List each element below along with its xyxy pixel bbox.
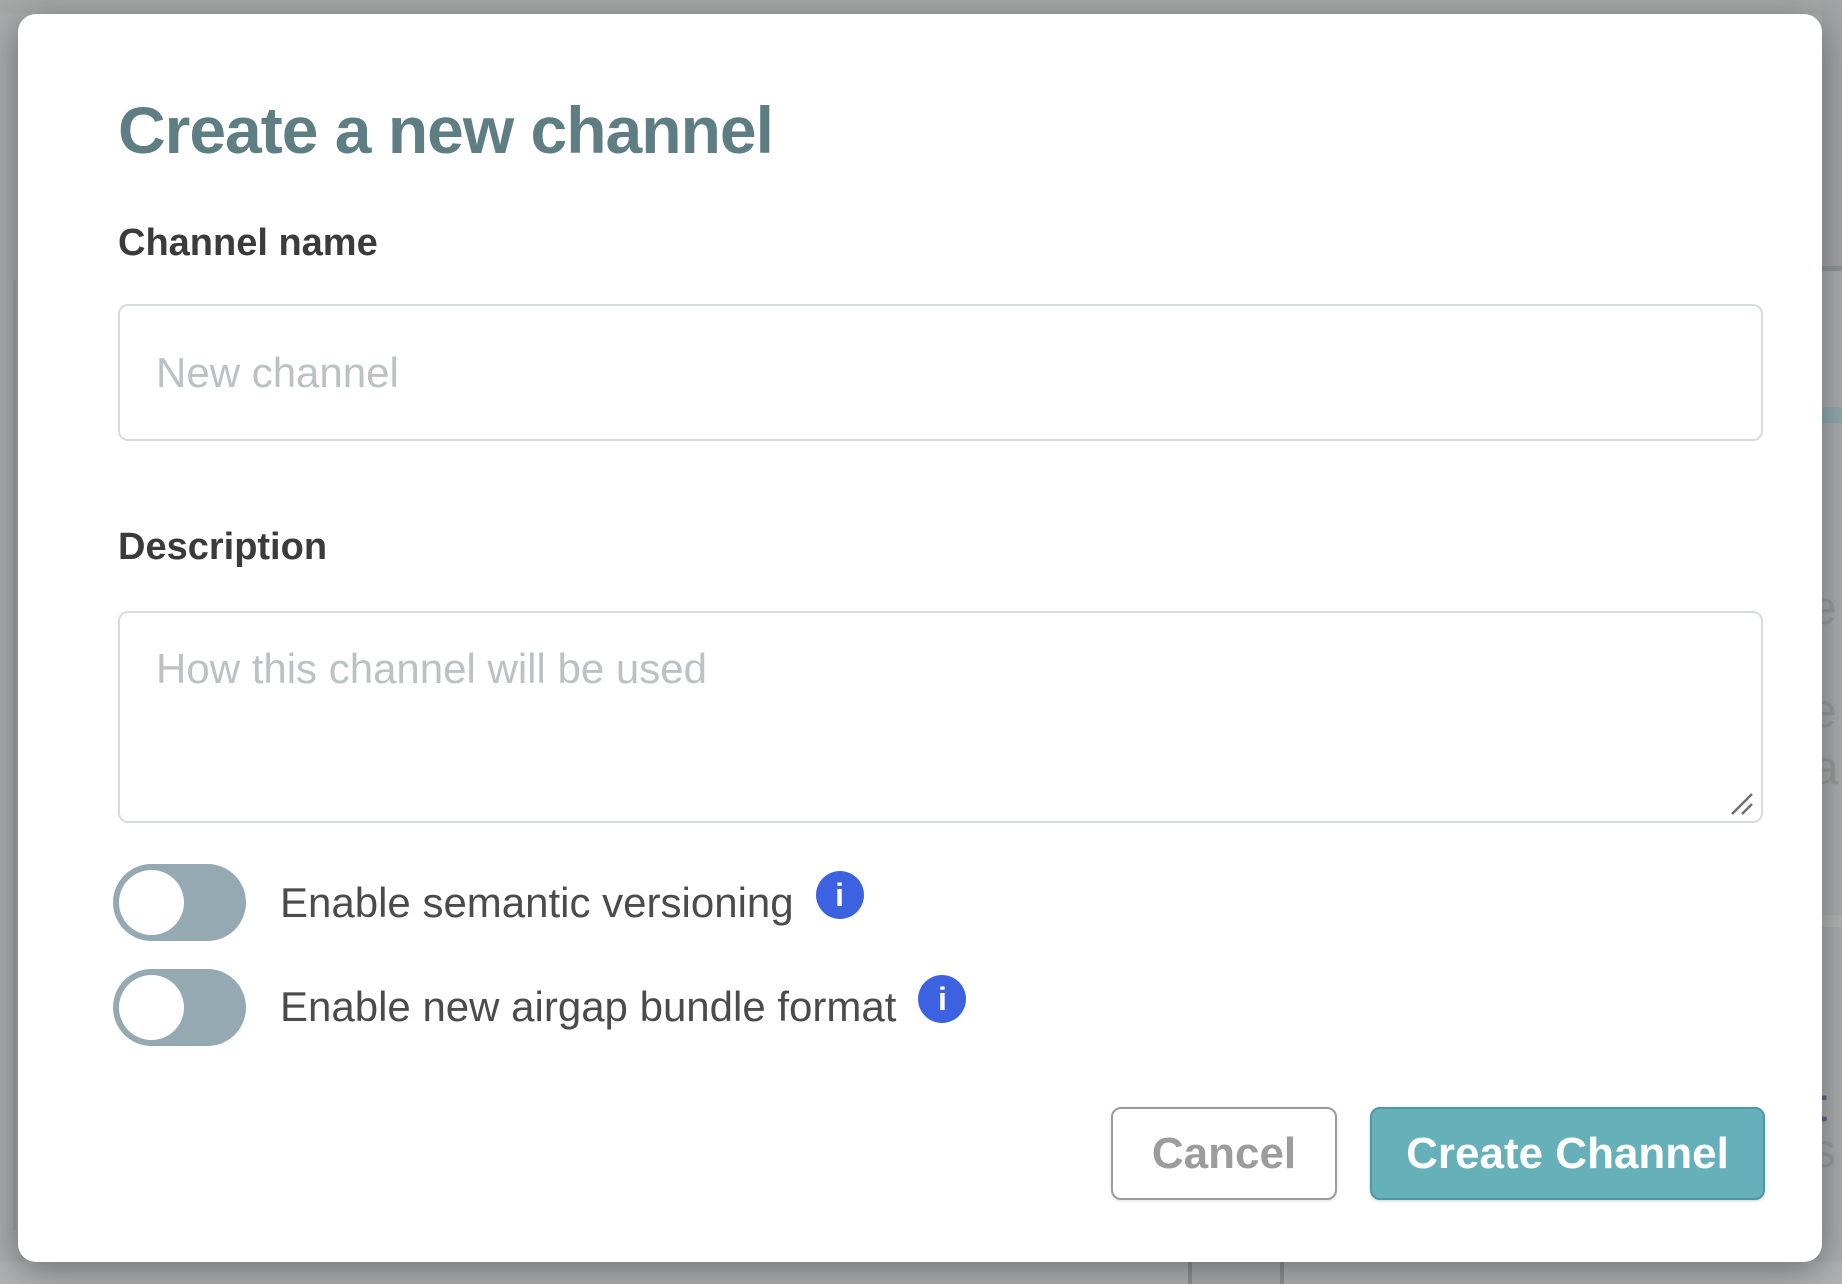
backdrop-divider-line xyxy=(1822,266,1842,271)
description-label: Description xyxy=(118,526,327,569)
info-icon[interactable]: i xyxy=(918,975,966,1023)
description-textarea[interactable] xyxy=(118,611,1763,823)
backdrop-teal-sliver xyxy=(1822,407,1842,423)
create-channel-modal: Create a new channel Channel name Descri… xyxy=(18,14,1822,1262)
airgap-bundle-row: Enable new airgap bundle format i xyxy=(113,967,966,1047)
textarea-resize-handle[interactable] xyxy=(1728,790,1754,816)
backdrop-bottom-tab xyxy=(1188,1262,1284,1284)
info-icon[interactable]: i xyxy=(816,871,864,919)
channel-name-label: Channel name xyxy=(118,222,378,265)
cancel-button[interactable]: Cancel xyxy=(1111,1107,1337,1200)
backdrop-light-band xyxy=(1822,915,1842,927)
toggle-knob xyxy=(119,870,184,935)
toggle-label: Enable new airgap bundle format xyxy=(280,983,896,1031)
semantic-versioning-toggle[interactable] xyxy=(113,864,246,941)
modal-title: Create a new channel xyxy=(118,92,773,168)
create-channel-button[interactable]: Create Channel xyxy=(1370,1107,1765,1200)
screen: e e a it s Create a new channel Channel … xyxy=(0,0,1842,1284)
backdrop-bottom-strip xyxy=(0,1262,1842,1284)
backdrop-card-edge xyxy=(13,280,16,1230)
toggle-label: Enable semantic versioning xyxy=(280,879,794,927)
backdrop-right-panel xyxy=(1822,0,1842,266)
channel-name-input[interactable] xyxy=(118,304,1763,441)
backdrop-top-band xyxy=(0,0,1842,14)
airgap-bundle-toggle[interactable] xyxy=(113,969,246,1046)
toggle-knob xyxy=(119,975,184,1040)
semantic-versioning-row: Enable semantic versioning i xyxy=(113,864,864,941)
